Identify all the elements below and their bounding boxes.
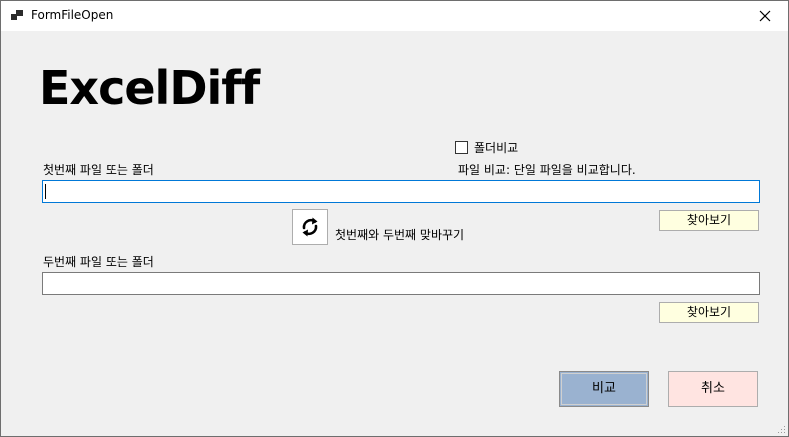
compare-button[interactable]: 비교 bbox=[559, 371, 649, 407]
window-title: FormFileOpen bbox=[31, 8, 114, 22]
cancel-button[interactable]: 취소 bbox=[668, 371, 758, 407]
swap-label: 첫번째와 두번째 맞바꾸기 bbox=[335, 228, 465, 242]
mode-description: 파일 비교: 단일 파일을 비교합니다. bbox=[458, 163, 636, 177]
form-file-open-window: FormFileOpen ExcelDiff 폴더비교 첫번째 파일 또는 폴더… bbox=[0, 0, 789, 437]
swap-button[interactable] bbox=[292, 209, 328, 245]
close-button[interactable] bbox=[742, 1, 788, 31]
close-icon bbox=[759, 10, 771, 22]
folder-compare-label[interactable]: 폴더비교 bbox=[474, 139, 518, 156]
title-bar[interactable]: FormFileOpen bbox=[1, 1, 788, 31]
second-path-input[interactable] bbox=[42, 272, 760, 295]
app-logo: ExcelDiff bbox=[39, 61, 260, 115]
second-browse-button[interactable]: 찾아보기 bbox=[659, 302, 759, 323]
swap-icon bbox=[302, 217, 318, 237]
first-browse-button[interactable]: 찾아보기 bbox=[659, 210, 759, 231]
resize-grip-icon[interactable] bbox=[776, 424, 786, 434]
folder-compare-checkbox[interactable] bbox=[455, 141, 468, 154]
first-path-label: 첫번째 파일 또는 폴더 bbox=[43, 163, 154, 177]
first-path-input[interactable] bbox=[42, 180, 760, 203]
text-caret bbox=[45, 184, 46, 199]
app-icon bbox=[11, 10, 23, 21]
second-path-label: 두번째 파일 또는 폴더 bbox=[43, 255, 154, 269]
